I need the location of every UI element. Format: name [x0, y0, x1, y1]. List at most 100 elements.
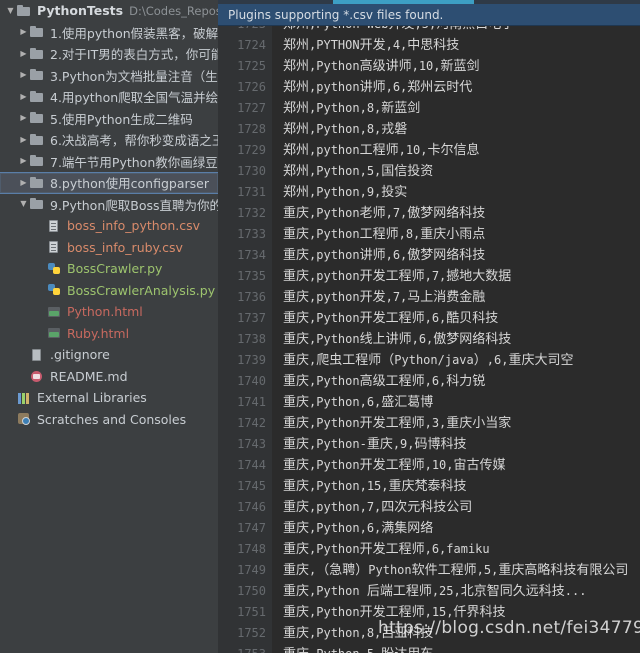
line-text: 重庆,Python开发工程师,6,famiku	[283, 542, 490, 557]
code-line[interactable]: 1748 重庆,Python开发工程师,6,famiku	[218, 539, 640, 560]
code-line[interactable]: 1752 重庆,Python,8,吕亚科技	[218, 623, 640, 644]
code-line[interactable]: 1725 郑州,Python高级讲师,10,新蓝剑	[218, 56, 640, 77]
folder-icon	[30, 47, 45, 61]
code-line[interactable]: 1753 重庆,Python,5,盼达用车	[218, 644, 640, 653]
tree-item-label: boss_info_python.csv	[67, 218, 201, 234]
chevron-down-icon[interactable]: ▼	[4, 6, 17, 15]
code-line[interactable]: 1728 郑州,Python,8,戎磐	[218, 119, 640, 140]
tree-item-9[interactable]: boss_info_python.csv	[0, 215, 218, 237]
line-number: 1729	[237, 143, 266, 157]
chevron-right-icon[interactable]: ▶	[17, 92, 30, 101]
chevron-down-icon[interactable]: ▼	[17, 200, 30, 208]
tree-item-14[interactable]: Ruby.html	[0, 323, 218, 345]
folder-icon	[30, 68, 45, 82]
code-line[interactable]: 1751 重庆,Python开发工程师,15,仟界科技	[218, 602, 640, 623]
editor-pane[interactable]: 1722郑州,Python,5,国信投资1723郑州,Python Web开发,…	[218, 0, 640, 653]
active-tab-underline	[333, 0, 474, 4]
project-root-row[interactable]: ▼ PythonTests D:\Codes_Repository\Pytho	[0, 0, 218, 22]
code-line[interactable]: 1731 郑州,Python,9,投实	[218, 182, 640, 203]
code-line[interactable]: 1742 重庆,Python开发工程师,3,重庆小当家	[218, 413, 640, 434]
code-line[interactable]: 1729 郑州,python工程师,10,卡尔信息	[218, 140, 640, 161]
line-number: 1738	[237, 332, 266, 346]
chevron-right-icon[interactable]: ▶	[17, 114, 30, 122]
tree-item-7[interactable]: ▶ 8.python使用configparser	[0, 172, 218, 194]
tree-item-11[interactable]: BossCrawler.py	[0, 258, 218, 280]
tree-item-8[interactable]: ▼ 9.Python爬取Boss直聘为你的就业指引方	[0, 194, 218, 216]
editor-tab-strip[interactable]	[218, 0, 640, 4]
tree-item-label: Ruby.html	[67, 325, 130, 341]
tree-item-label: Python.html	[67, 304, 143, 320]
line-number: 1747	[237, 521, 266, 535]
tree-item-1[interactable]: ▶ 2.对于IT男的表白方式，你可能存在什么误	[0, 43, 218, 65]
line-text: 郑州,Python,8,新蓝剑	[283, 101, 421, 116]
tree-item-2[interactable]: ▶ 3.Python为文档批量注音（生僻字歌词为例	[0, 65, 218, 87]
code-line[interactable]: 1750 重庆,Python 后端工程师,25,北京智同久远科技...	[218, 581, 640, 602]
tree-item-4[interactable]: ▶ 5.使用Python生成二维码	[0, 108, 218, 130]
code-line[interactable]: 1733 重庆,Python工程师,8,重庆小雨点	[218, 224, 640, 245]
code-line[interactable]: 1726 郑州,python讲师,6,郑州云时代	[218, 77, 640, 98]
code-line[interactable]: 1749 重庆,（急聘）Python软件工程师,5,重庆高略科技有限公司	[218, 560, 640, 581]
tree-item-label: 3.Python为文档批量注音（生僻字歌词为例	[50, 68, 218, 84]
line-text: 重庆,Python高级工程师,6,科力锐	[283, 374, 486, 389]
tree-item-3[interactable]: ▶ 4.用python爬取全国气温并绘图展示Top1	[0, 86, 218, 108]
code-line[interactable]: 1745 重庆,Python,15,重庆梵泰科技	[218, 476, 640, 497]
code-line[interactable]: 1734 重庆,python讲师,6,傲梦网络科技	[218, 245, 640, 266]
project-tree-sidebar[interactable]: ▼ PythonTests D:\Codes_Repository\Pytho …	[0, 0, 218, 653]
code-line[interactable]: 1747 重庆,Python,6,满集网络	[218, 518, 640, 539]
code-line[interactable]: 1743 重庆,Python-重庆,9,码博科技	[218, 434, 640, 455]
chevron-right-icon[interactable]: ▶	[17, 28, 30, 36]
tree-item-label: 9.Python爬取Boss直聘为你的就业指引方	[50, 197, 218, 213]
line-number: 1733	[237, 227, 266, 241]
code-line[interactable]: 1730 郑州,Python,5,国信投资	[218, 161, 640, 182]
tree-item-12[interactable]: BossCrawlerAnalysis.py	[0, 280, 218, 302]
tree-item-label: 1.使用python假装黑客，破解朋友的网站密	[50, 25, 218, 41]
chevron-right-icon[interactable]: ▶	[17, 49, 30, 58]
python-file-icon	[47, 283, 62, 297]
scratches-icon	[17, 412, 32, 426]
tree-item-6[interactable]: ▶ 7.端午节用Python教你画绿豆糕	[0, 151, 218, 173]
tree-item-18[interactable]: Scratches and Consoles	[0, 409, 218, 431]
line-number: 1726	[237, 80, 266, 94]
code-line[interactable]: 1739 重庆,爬虫工程师（Python/java）,6,重庆大司空	[218, 350, 640, 371]
tree-item-label: .gitignore	[50, 347, 110, 363]
html-file-icon	[47, 326, 62, 340]
line-text: 重庆,爬虫工程师（Python/java）,6,重庆大司空	[283, 353, 574, 368]
code-line[interactable]: 1732 重庆,Python老师,7,傲梦网络科技	[218, 203, 640, 224]
code-line[interactable]: 1737 重庆,Python开发工程师,6,酷贝科技	[218, 308, 640, 329]
folder-icon	[30, 154, 45, 168]
gitignore-file-icon	[30, 348, 45, 362]
chevron-right-icon[interactable]: ▶	[17, 157, 30, 165]
code-line[interactable]: 1735 重庆,python开发工程师,7,撼地大数据	[218, 266, 640, 287]
code-line[interactable]: 1736 重庆,python开发,7,马上消费金融	[218, 287, 640, 308]
line-number: 1745	[237, 479, 266, 493]
code-line[interactable]: 1740 重庆,Python高级工程师,6,科力锐	[218, 371, 640, 392]
code-line[interactable]: 1727 郑州,Python,8,新蓝剑	[218, 98, 640, 119]
code-line[interactable]: 1741 重庆,Python,6,盛汇葛博	[218, 392, 640, 413]
chevron-right-icon[interactable]: ▶	[17, 71, 30, 79]
tree-item-15[interactable]: .gitignore	[0, 344, 218, 366]
line-text: 重庆,（急聘）Python软件工程师,5,重庆高略科技有限公司	[283, 563, 629, 578]
tree-item-17[interactable]: External Libraries	[0, 387, 218, 409]
code-line[interactable]: 1738 重庆,Python线上讲师,6,傲梦网络科技	[218, 329, 640, 350]
tree-item-13[interactable]: Python.html	[0, 301, 218, 323]
line-number: 1741	[237, 395, 266, 409]
tree-item-0[interactable]: ▶ 1.使用python假装黑客，破解朋友的网站密	[0, 22, 218, 44]
chevron-right-icon[interactable]: ▶	[17, 178, 30, 187]
line-text: 重庆,python,7,四次元科技公司	[283, 500, 473, 515]
code-content[interactable]: 1722郑州,Python,5,国信投资1723郑州,Python Web开发,…	[218, 0, 640, 653]
code-line[interactable]: 1744 重庆,Python开发工程师,10,宙古传媒	[218, 455, 640, 476]
chevron-right-icon[interactable]: ▶	[17, 135, 30, 144]
line-text: 重庆,Python开发工程师,3,重庆小当家	[283, 416, 512, 431]
line-text: 重庆,python讲师,6,傲梦网络科技	[283, 248, 486, 263]
code-line[interactable]: 1724 郑州,PYTHON开发,4,中思科技	[218, 35, 640, 56]
line-text: 重庆,python开发,7,马上消费金融	[283, 290, 486, 305]
tree-item-label: 5.使用Python生成二维码	[50, 111, 193, 127]
code-line[interactable]: 1746 重庆,python,7,四次元科技公司	[218, 497, 640, 518]
tree-item-10[interactable]: boss_info_ruby.csv	[0, 237, 218, 259]
tree-item-16[interactable]: README.md	[0, 366, 218, 388]
line-text: 重庆,Python开发工程师,6,酷贝科技	[283, 311, 499, 326]
plugin-notification-bar[interactable]: Plugins supporting *.csv files found.	[218, 4, 640, 26]
line-number: 1736	[237, 290, 266, 304]
line-number: 1725	[237, 59, 266, 73]
tree-item-5[interactable]: ▶ 6.决战高考，帮你秒变成语之王	[0, 129, 218, 151]
